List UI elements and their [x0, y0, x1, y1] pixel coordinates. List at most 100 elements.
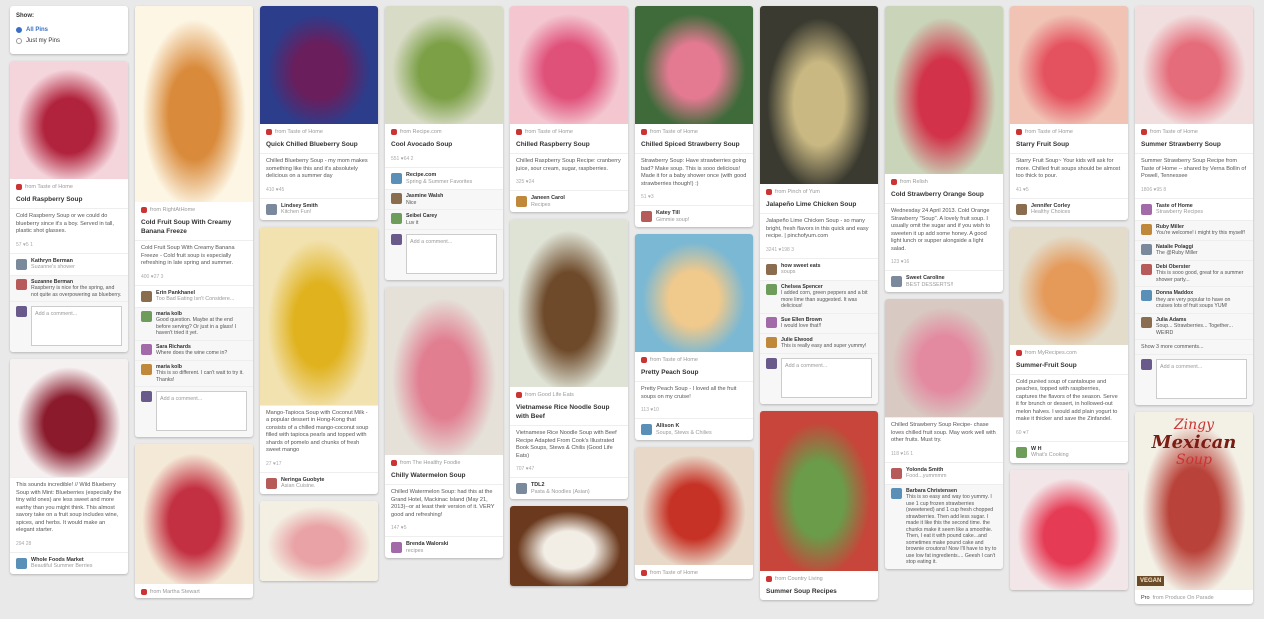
avatar[interactable]	[141, 290, 152, 302]
avatar[interactable]	[1016, 446, 1027, 458]
pinner-name[interactable]: Brenda Walorski	[406, 541, 448, 548]
avatar[interactable]	[766, 263, 777, 275]
pin-source[interactable]: from RightAtHome	[135, 202, 253, 216]
pin-card[interactable]: from Taste of Home Chilled Raspberry Soup…	[510, 6, 628, 212]
pin-source[interactable]: from Taste of Home	[635, 352, 753, 366]
board-title[interactable]: BEST DESSERTS!!	[906, 282, 953, 289]
pin-title[interactable]: Cold Strawberry Orange Soup	[885, 188, 1003, 203]
comment-avatar[interactable]	[141, 343, 152, 355]
comment-avatar[interactable]	[891, 487, 902, 499]
board-title[interactable]: Pasta & Noodles (Asian)	[531, 489, 590, 496]
pin-title[interactable]: Quick Chilled Blueberry Soup	[260, 138, 378, 153]
pin-card[interactable]: from RightAtHome Cold Fruit Soup With Cre…	[135, 6, 253, 437]
pin-card[interactable]: from Taste of Home Cold Raspberry Soup Col…	[10, 61, 128, 352]
pin-image[interactable]	[1135, 6, 1253, 124]
pin-image[interactable]	[635, 234, 753, 352]
pin-title[interactable]: Chilled Raspberry Soup	[510, 138, 628, 153]
pin-source[interactable]: from The Healthy Foodie	[385, 455, 503, 469]
comment-avatar[interactable]	[1141, 316, 1152, 328]
avatar[interactable]	[1141, 203, 1152, 215]
board-title[interactable]: Food...yummmm	[906, 473, 946, 480]
pin-title[interactable]: Cold Fruit Soup With Creamy Banana Freez…	[135, 216, 253, 240]
pin-image[interactable]	[1010, 469, 1128, 590]
avatar[interactable]	[891, 467, 902, 479]
avatar[interactable]	[516, 196, 527, 207]
pin-card[interactable]: from Taste of Home Quick Chilled Blueberr…	[260, 6, 378, 220]
pin-image[interactable]	[135, 6, 253, 202]
avatar[interactable]	[16, 557, 27, 569]
pin-card[interactable]	[260, 500, 378, 581]
pin-board-attribution[interactable]: how sweet eats soups	[760, 257, 878, 280]
pin-image[interactable]	[510, 6, 628, 124]
pin-source[interactable]: from Martha Stewart	[135, 584, 253, 598]
pin-title[interactable]: Pretty Peach Soup	[635, 366, 753, 381]
pin-card[interactable]: Chilled Strawberry Soup Recipe- chase lo…	[885, 299, 1003, 569]
board-title[interactable]: What's Cooking	[1031, 452, 1069, 459]
pin-card[interactable]	[1010, 469, 1128, 590]
pin-board-attribution[interactable]: Katey Till Gimmie soup!	[635, 205, 753, 227]
pin-image[interactable]	[260, 6, 378, 124]
pin-card[interactable]: from Taste of Home Chilled Spiced Strawbe…	[635, 6, 753, 227]
pin-board-attribution[interactable]: Allison K Soups, Stews & Chilies	[635, 418, 753, 440]
avatar[interactable]	[266, 477, 277, 489]
comment-avatar[interactable]	[391, 213, 402, 224]
pin-source[interactable]: from Taste of Home	[510, 124, 628, 138]
pin-board-attribution[interactable]: TDL2 Pasta & Noodles (Asian)	[510, 477, 628, 499]
pin-card[interactable]: from Country Living Summer Soup Recipes	[760, 410, 878, 600]
add-comment-input[interactable]: Add a comment...	[1156, 359, 1247, 399]
pin-card[interactable]: from Taste of Home Pretty Peach Soup Prett…	[635, 234, 753, 440]
pin-image[interactable]	[1010, 6, 1128, 124]
pin-image[interactable]	[635, 6, 753, 124]
avatar[interactable]	[16, 258, 27, 270]
pin-board-attribution[interactable]: W H What's Cooking	[1010, 440, 1128, 463]
pin-image[interactable]	[885, 299, 1003, 417]
pin-title[interactable]: Starry Fruit Soup	[1010, 138, 1128, 153]
add-comment-input[interactable]: Add a comment...	[406, 234, 497, 274]
pin-card[interactable]: from Taste of Home Starry Fruit Soup Starr…	[1010, 6, 1128, 220]
add-comment-input[interactable]: Add a comment...	[31, 306, 122, 346]
pin-board-attribution[interactable]: Taste of Home Strawberry Recipes	[1135, 197, 1253, 220]
board-title[interactable]: Too Bad Eating Isn't Considere...	[156, 296, 234, 303]
board-title[interactable]: soups	[781, 269, 821, 276]
pin-source[interactable]: from Pinch of Yum	[760, 184, 878, 198]
comment-avatar[interactable]	[766, 283, 777, 295]
pin-title[interactable]: Summer Strawberry Soup	[1135, 138, 1253, 153]
pinner-name[interactable]: Janeen Carol	[531, 195, 565, 202]
pin-image[interactable]	[635, 447, 753, 565]
pin-source[interactable]: Pro from Produce On Parade	[1135, 590, 1253, 604]
pin-board-attribution[interactable]: Whole Foods Market Beautiful Summer Berri…	[10, 551, 128, 574]
pin-image[interactable]	[510, 506, 628, 586]
pin-board-attribution[interactable]: Lindsey Smith Kitchen Fun!	[260, 197, 378, 220]
board-title[interactable]: Gimmie soup!	[656, 217, 689, 224]
avatar[interactable]	[1016, 203, 1027, 215]
pin-title[interactable]: Cold Raspberry Soup	[10, 193, 128, 208]
show-more-comments[interactable]: Show 3 more comments...	[1135, 339, 1253, 354]
pin-card[interactable]: from Taste of Home Summer Strawberry Soup…	[1135, 6, 1253, 405]
board-title[interactable]: Soups, Stews & Chilies	[656, 430, 712, 437]
pin-card[interactable]: Mango-Tapioca Soup with Coconut Milk - a…	[260, 226, 378, 494]
board-title[interactable]: Healthy Choices	[1031, 209, 1070, 216]
pin-image[interactable]	[760, 6, 878, 184]
pin-card[interactable]: from Martha Stewart	[135, 444, 253, 598]
pin-source[interactable]: from Country Living	[760, 571, 878, 585]
pin-title[interactable]: Chilled Spiced Strawberry Soup	[635, 138, 753, 153]
pin-title[interactable]: Summer-Fruit Soup	[1010, 359, 1128, 374]
comment-avatar[interactable]	[391, 193, 402, 204]
pin-image[interactable]	[260, 226, 378, 405]
pin-card[interactable]: Zingy Mexican Soup VEGAN Pro from Produce On …	[1135, 412, 1253, 604]
pin-title[interactable]: Vietnamese Rice Noodle Soup with Beef	[510, 401, 628, 425]
pin-board-attribution[interactable]: Recipe.com Spring & Summer Favorites	[385, 167, 503, 189]
avatar[interactable]	[641, 424, 652, 435]
radio-button[interactable]	[16, 27, 22, 33]
pin-card[interactable]: from Pinch of Yum Jalapeño Lime Chicken S…	[760, 6, 878, 404]
pin-image[interactable]	[885, 6, 1003, 174]
avatar[interactable]	[266, 203, 277, 215]
pin-image[interactable]	[385, 6, 503, 124]
pin-image[interactable]	[260, 500, 378, 581]
comment-avatar[interactable]	[1141, 263, 1152, 275]
comment-avatar[interactable]	[16, 278, 27, 290]
pin-board-attribution[interactable]: Jennifer Corley Healthy Choices	[1010, 197, 1128, 220]
pin-board-attribution[interactable]: Brenda Walorski recipes	[385, 536, 503, 558]
board-title[interactable]: Spring & Summer Favorites	[406, 179, 472, 186]
pin-title[interactable]: Jalapeño Lime Chicken Soup	[760, 198, 878, 213]
